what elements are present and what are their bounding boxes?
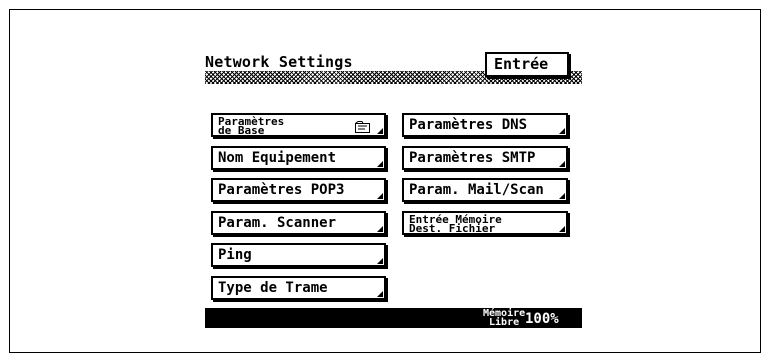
smtp-settings-button[interactable]: Paramètres SMTP xyxy=(402,146,568,170)
dns-settings-label: Paramètres DNS xyxy=(409,117,528,133)
scanner-settings-label: Param. Scanner xyxy=(218,215,337,231)
file-destination-memory-label-line2: Dest. Fichier xyxy=(409,221,496,235)
status-bar: Mémoire Libre 100% xyxy=(205,308,582,328)
free-memory-label: Mémoire Libre xyxy=(483,309,525,328)
scanner-settings-button[interactable]: Param. Scanner xyxy=(211,211,386,235)
frame-type-button[interactable]: Type de Trame xyxy=(211,276,386,300)
device-name-button[interactable]: Nom Equipement xyxy=(211,146,386,170)
device-name-label: Nom Equipement xyxy=(218,150,337,166)
basic-settings-label-line2: de Base xyxy=(218,123,265,137)
basic-settings-label: Paramètres de Base xyxy=(218,116,284,137)
basic-settings-button[interactable]: Paramètres de Base xyxy=(211,113,386,137)
frame-type-label: Type de Trame xyxy=(218,280,328,296)
mail-scan-settings-label: Param. Mail/Scan xyxy=(409,182,544,198)
free-memory-label-line2: Libre xyxy=(489,317,520,328)
file-destination-memory-label: Entrée Mémoire Dest. Fichier xyxy=(409,214,502,235)
pop3-settings-button[interactable]: Paramètres POP3 xyxy=(211,178,386,202)
ping-label: Ping xyxy=(218,247,252,263)
dns-settings-button[interactable]: Paramètres DNS xyxy=(402,113,568,137)
file-destination-memory-button[interactable]: Entrée Mémoire Dest. Fichier xyxy=(402,211,568,235)
page-title: Network Settings xyxy=(205,53,353,71)
smtp-settings-label: Paramètres SMTP xyxy=(409,150,536,166)
pop3-settings-label: Paramètres POP3 xyxy=(218,182,345,198)
free-memory-value: 100% xyxy=(525,311,559,327)
ping-button[interactable]: Ping xyxy=(211,243,386,267)
enter-button[interactable]: Entrée xyxy=(485,52,569,77)
folder-icon xyxy=(355,121,370,133)
mail-scan-settings-button[interactable]: Param. Mail/Scan xyxy=(402,178,568,202)
